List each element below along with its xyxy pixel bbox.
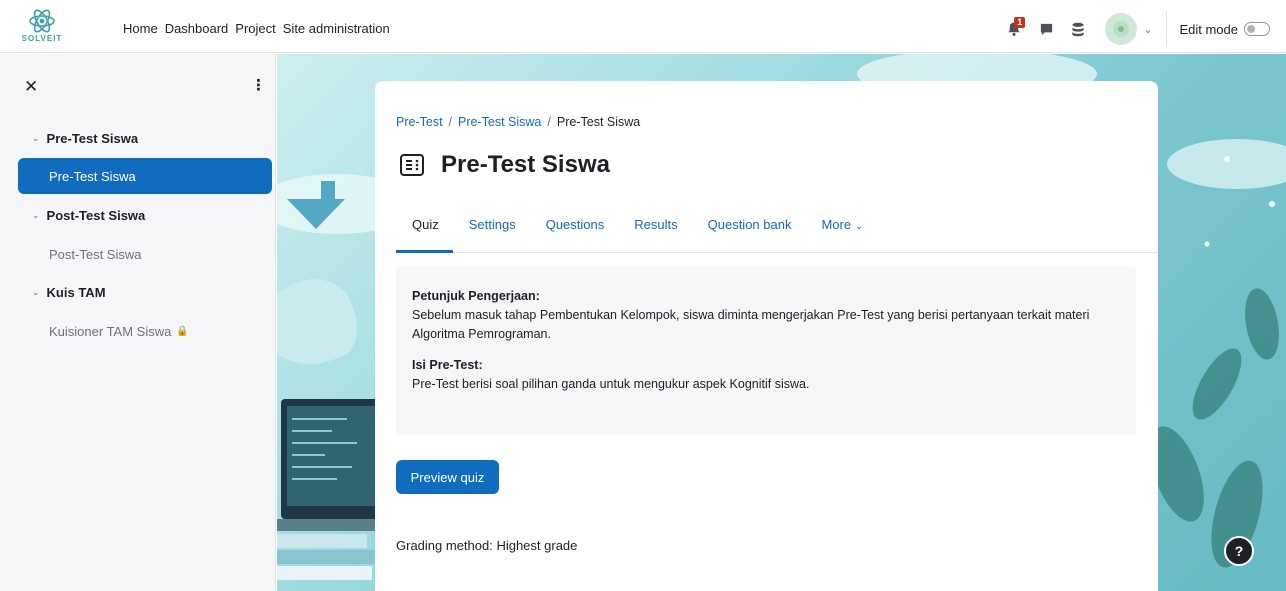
nav-site-administration[interactable]: Site administration — [283, 21, 390, 36]
nav-project[interactable]: Project — [235, 21, 275, 36]
main-content-card: Pre-Test / Pre-Test Siswa / Pre-Test Sis… — [375, 81, 1158, 591]
course-item-label: Post-Test Siswa — [49, 246, 142, 262]
storage-button[interactable] — [1065, 16, 1091, 42]
breadcrumb-item-section[interactable]: Pre-Test Siswa — [458, 115, 541, 129]
kebab-icon[interactable]: ⋮ — [251, 76, 266, 94]
section-kuis-tam[interactable]: ⌄ Kuis TAM — [32, 285, 106, 300]
intro-heading: Petunjuk Pengerjaan: — [412, 289, 540, 303]
tab-question-bank[interactable]: Question bank — [692, 203, 806, 253]
course-item-label: Kuisioner TAM Siswa — [49, 323, 172, 339]
preview-quiz-button[interactable]: Preview quiz — [396, 460, 499, 494]
page-header: Pre-Test Siswa — [399, 151, 610, 179]
help-icon: ? — [1234, 543, 1244, 559]
chevron-down-icon[interactable]: ⌄ — [32, 210, 40, 221]
tab-settings[interactable]: Settings — [453, 203, 530, 253]
breadcrumb-separator: / — [448, 115, 453, 129]
intro-heading: Isi Pre-Test: — [412, 358, 483, 372]
primary-navigation: Home Dashboard Project Site administrati… — [123, 21, 390, 36]
chevron-down-icon[interactable]: ⌄ — [32, 133, 40, 144]
course-item-pre-test-siswa[interactable]: Pre-Test Siswa — [18, 158, 272, 194]
tab-quiz[interactable]: Quiz — [396, 203, 453, 253]
edit-mode-control[interactable]: Edit mode — [1179, 22, 1270, 37]
quiz-icon — [400, 154, 424, 176]
help-button[interactable]: ? — [1224, 536, 1254, 566]
chevron-down-icon[interactable]: ⌄ — [32, 287, 40, 298]
database-icon — [1072, 22, 1084, 36]
tab-questions[interactable]: Questions — [530, 203, 619, 253]
course-item-label: Pre-Test Siswa — [49, 168, 136, 184]
navbar-divider — [1166, 11, 1168, 47]
breadcrumb-item-current: Pre-Test Siswa — [556, 115, 641, 129]
nav-home[interactable]: Home — [123, 21, 158, 36]
course-item-post-test-siswa[interactable]: Post-Test Siswa — [18, 236, 272, 272]
avatar-image — [1113, 21, 1130, 37]
lock-icon: 🔒 — [176, 325, 189, 337]
section-title: Kuis TAM — [46, 285, 106, 300]
navbar-right: 1 ⌄ Edit mode — [995, 6, 1286, 52]
section-pre-test[interactable]: ⌄ Pre-Test Siswa — [32, 131, 138, 146]
secondary-navigation-tabs: Quiz Settings Questions Results Question… — [396, 203, 1158, 253]
tab-more[interactable]: More ⌄ — [805, 203, 877, 253]
section-title: Pre-Test Siswa — [46, 131, 139, 146]
avatar[interactable] — [1105, 13, 1138, 45]
grading-method: Grading method: Highest grade — [396, 538, 578, 553]
intro-text: Sebelum masuk tahap Pembentukan Kelompok… — [412, 308, 1090, 341]
site-logo[interactable]: SOLVEIT — [20, 6, 64, 48]
logo-icon — [29, 9, 55, 33]
close-icon[interactable]: ✕ — [24, 77, 38, 97]
message-icon — [1040, 23, 1052, 35]
section-title: Post-Test Siswa — [46, 208, 146, 223]
intro-text: Pre-Test berisi soal pilihan ganda untuk… — [412, 377, 810, 391]
course-item-kuisioner-tam-siswa[interactable]: Kuisioner TAM Siswa 🔒 — [18, 313, 272, 349]
edit-mode-label: Edit mode — [1179, 21, 1238, 37]
section-post-test[interactable]: ⌄ Post-Test Siswa — [32, 208, 145, 223]
nav-dashboard[interactable]: Dashboard — [165, 21, 229, 36]
logo-text: SOLVEIT — [21, 34, 63, 43]
breadcrumb-item-course[interactable]: Pre-Test — [396, 115, 443, 129]
page-title: Pre-Test Siswa — [441, 151, 610, 178]
top-navbar: SOLVEIT Home Dashboard Project Site admi… — [0, 6, 1286, 53]
tab-more-label: More — [821, 217, 852, 232]
notification-badge: 1 — [1014, 17, 1026, 28]
messages-button[interactable] — [1033, 16, 1059, 42]
course-index-drawer: ✕ ⋮ ⌄ Pre-Test Siswa Pre-Test Siswa ⌄ Po… — [0, 54, 276, 591]
tab-results[interactable]: Results — [618, 203, 691, 253]
breadcrumb: Pre-Test / Pre-Test Siswa / Pre-Test Sis… — [396, 115, 640, 129]
chevron-down-icon[interactable]: ⌄ — [1143, 23, 1152, 36]
quiz-intro: Petunjuk Pengerjaan: Sebelum masuk tahap… — [396, 267, 1136, 435]
notifications-button[interactable]: 1 — [1001, 16, 1027, 42]
chevron-down-icon: ⌄ — [854, 221, 864, 232]
edit-mode-toggle[interactable] — [1244, 22, 1270, 36]
breadcrumb-separator: / — [547, 115, 551, 129]
